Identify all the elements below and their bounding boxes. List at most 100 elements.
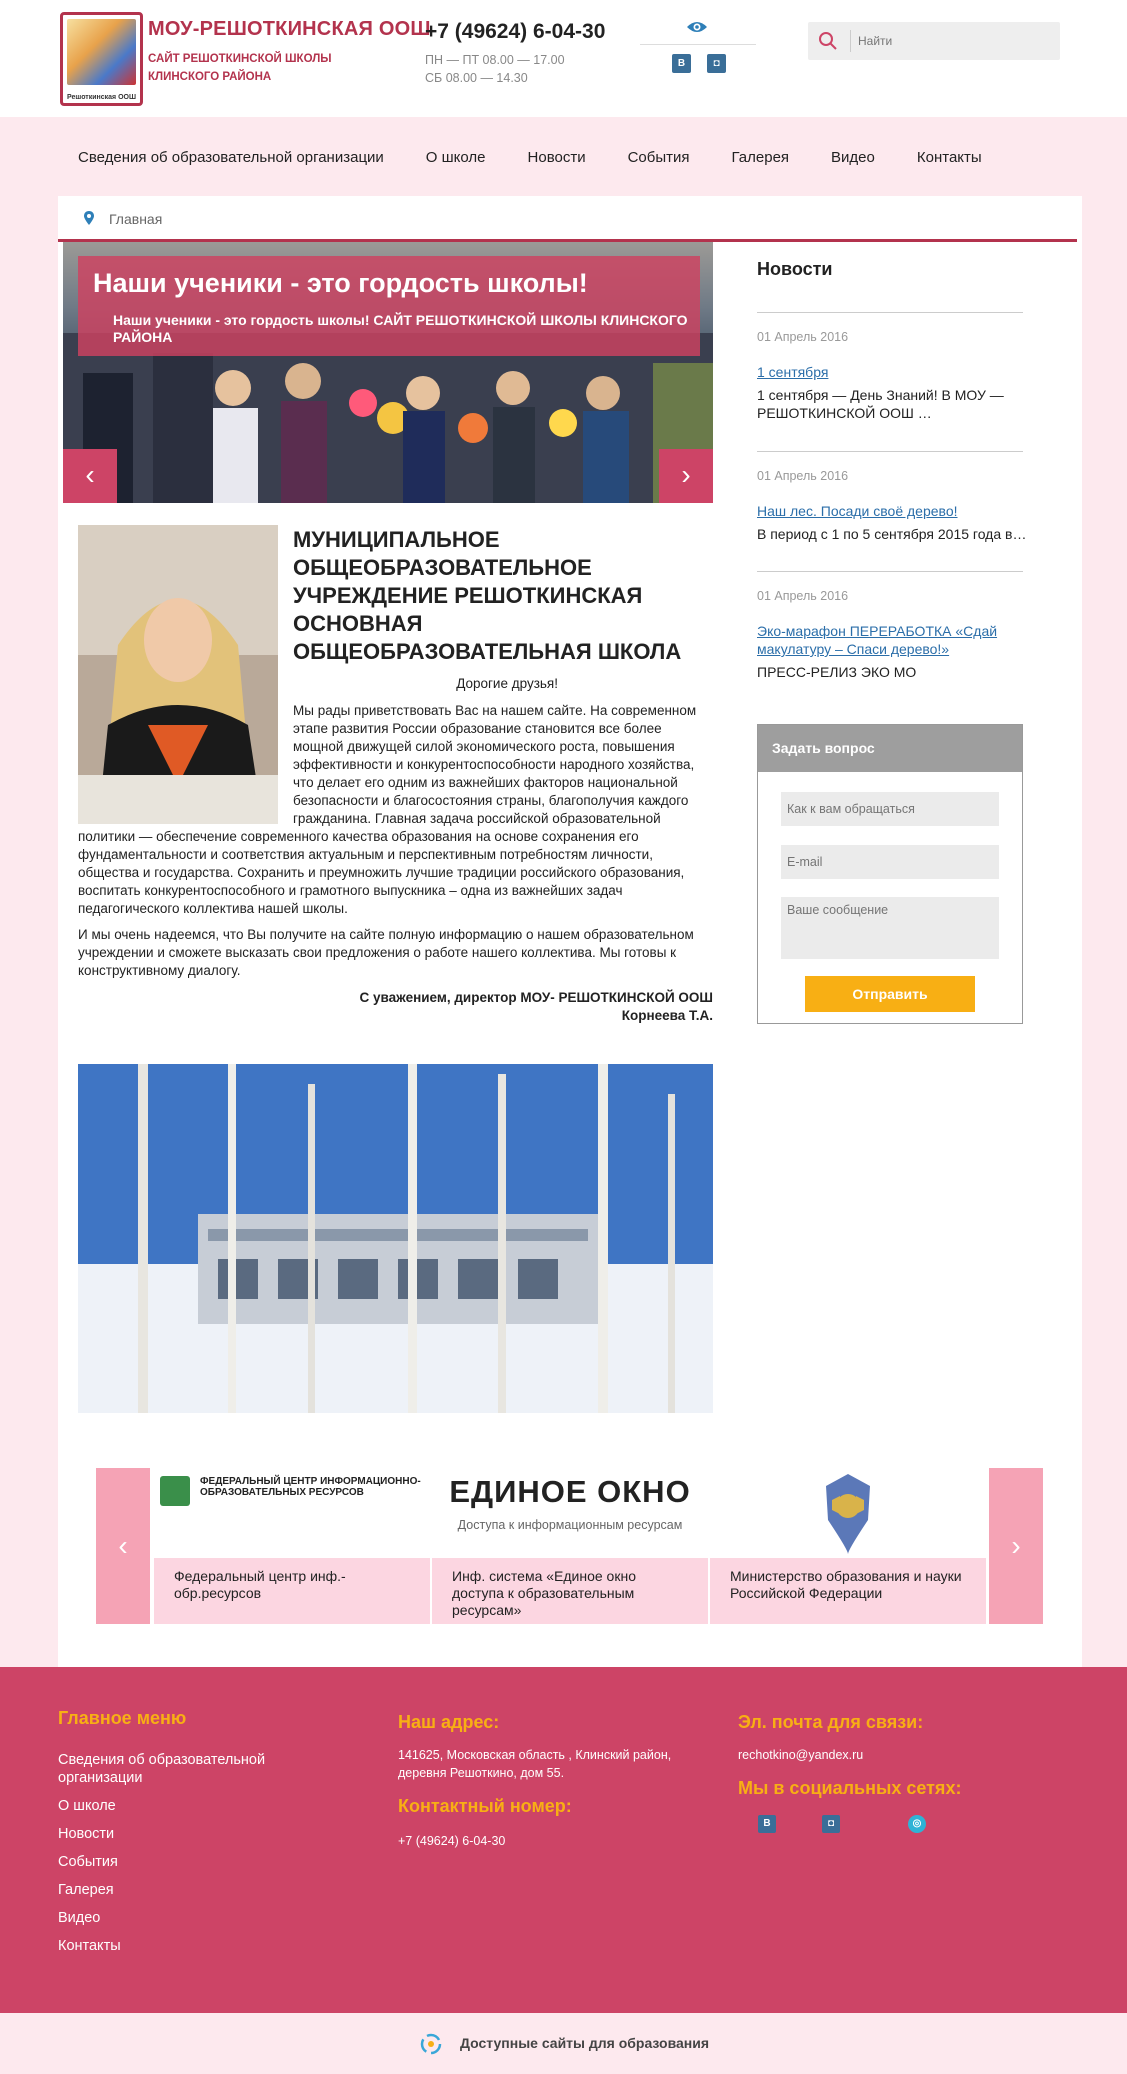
header-phone: +7 (49624) 6-04-30 bbox=[425, 20, 606, 43]
footer-link-news[interactable]: Новости bbox=[58, 1825, 114, 1843]
coat-of-arms-icon bbox=[826, 1474, 870, 1554]
nav-item-gallery[interactable]: Галерея bbox=[711, 138, 811, 178]
signature-line-1: С уважением, директор МОУ- РЕШОТКИНСКОЙ … bbox=[359, 990, 713, 1005]
nav-item-info[interactable]: Сведения об образовательной организации bbox=[58, 138, 405, 178]
resource-logo-text: ЕДИНОЕ ОКНО bbox=[449, 1474, 691, 1509]
vk-icon[interactable]: В bbox=[758, 1815, 776, 1833]
chevron-left-icon[interactable]: ‹ bbox=[96, 1468, 150, 1624]
vk-icon[interactable]: В bbox=[672, 54, 691, 73]
search-icon[interactable] bbox=[818, 31, 838, 51]
resource-logo: ФЕДЕРАЛЬНЫЙ ЦЕНТР ИНФОРМАЦИОННО-ОБРАЗОВА… bbox=[154, 1468, 430, 1558]
news-excerpt: ПРЕСС-РЕЛИЗ ЭКО МО bbox=[757, 664, 917, 680]
news-date: 01 Апрель 2016 bbox=[757, 469, 849, 483]
logo-caption: Решоткинская ООШ bbox=[66, 94, 137, 101]
odnoklassniki-icon[interactable]: ◎ bbox=[908, 1815, 926, 1833]
location-pin-icon bbox=[84, 211, 94, 225]
nav-item-events[interactable]: События bbox=[607, 138, 711, 178]
resource-logo: ЕДИНОЕ ОКНО Доступа к информационным рес… bbox=[432, 1468, 708, 1558]
footer-link-video[interactable]: Видео bbox=[58, 1909, 100, 1927]
footer-menu-heading: Главное меню bbox=[58, 1708, 187, 1728]
news-link[interactable]: Эко-марафон ПЕРЕРАБОТКА «Сдай макулатуру… bbox=[757, 622, 1027, 658]
book-icon bbox=[160, 1476, 190, 1506]
slide-title: Наши ученики - это гордость школы! bbox=[93, 268, 588, 298]
footer-link-events[interactable]: События bbox=[58, 1853, 118, 1871]
accessible-sites-link[interactable]: Доступные сайты для образования bbox=[460, 2035, 709, 2051]
email-field[interactable] bbox=[781, 845, 999, 879]
news-link[interactable]: Наш лес. Посади своё дерево! bbox=[757, 502, 1027, 520]
news-heading: Новости bbox=[757, 259, 833, 279]
slide-caption: Наши ученики - это гордость школы! Наши … bbox=[78, 256, 700, 356]
main-nav: Сведения об образовательной организации … bbox=[58, 138, 1003, 178]
signature-line-2: Корнеева Т.А. bbox=[621, 1008, 713, 1023]
message-field[interactable] bbox=[781, 897, 999, 959]
search-box bbox=[808, 22, 1060, 60]
bottom-bar: Доступные сайты для образования bbox=[0, 2013, 1127, 2074]
nav-item-about[interactable]: О школе bbox=[405, 138, 507, 178]
footer-link-info[interactable]: Сведения об образовательной организации bbox=[58, 1751, 288, 1787]
resource-card-ministry[interactable]: Министерство образования и науки Российс… bbox=[710, 1468, 986, 1624]
hours-weekdays: ПН — ПТ 08.00 — 17.00 bbox=[425, 53, 565, 67]
search-separator bbox=[850, 30, 851, 52]
site-name[interactable]: МОУ-РЕШОТКИНСКАЯ ООШ bbox=[148, 18, 431, 41]
resource-label: Инф. система «Единое окно доступа к обра… bbox=[432, 1558, 708, 1624]
slide-subtitle: Наши ученики - это гордость школы! САЙТ … bbox=[113, 312, 688, 345]
resource-logo-text: ФЕДЕРАЛЬНЫЙ ЦЕНТР ИНФОРМАЦИОННО-ОБРАЗОВА… bbox=[200, 1476, 421, 1498]
main-content: Главная Наши ученики - это гордость школ… bbox=[58, 196, 1082, 1667]
footer-link-about[interactable]: О школе bbox=[58, 1797, 116, 1815]
news-divider bbox=[757, 312, 1023, 313]
resource-label: Федеральный центр инф.-обр.ресурсов bbox=[154, 1558, 430, 1624]
welcome-text: Мы рады приветствовать Вас на нашем сайт… bbox=[78, 702, 713, 988]
social-heading: Мы в социальных сетях: bbox=[738, 1778, 962, 1798]
instagram-icon[interactable]: ◘ bbox=[707, 54, 726, 73]
resource-card-fcior[interactable]: ФЕДЕРАЛЬНЫЙ ЦЕНТР ИНФОРМАЦИОННО-ОБРАЗОВА… bbox=[154, 1468, 430, 1624]
news-excerpt: В период с 1 по 5 сентября 2015 года в… bbox=[757, 526, 1027, 542]
school-photo bbox=[78, 1064, 713, 1413]
footer-link-contacts[interactable]: Контакты bbox=[58, 1937, 121, 1955]
welcome-title: МУНИЦИПАЛЬНОЕ ОБЩЕОБРАЗОВАТЕЛЬНОЕ УЧРЕЖД… bbox=[293, 527, 682, 664]
resource-logo-subtext: Доступа к информационным ресурсам bbox=[457, 1518, 683, 1532]
news-excerpt: 1 сентября — День Знаний! В МОУ — РЕШОТК… bbox=[757, 387, 1004, 421]
welcome-greeting: Дорогие друзья! bbox=[456, 676, 558, 691]
breadcrumb: Главная bbox=[58, 196, 1077, 242]
photo-spacer bbox=[78, 702, 293, 822]
chevron-right-icon[interactable]: › bbox=[989, 1468, 1043, 1624]
resource-card-window[interactable]: ЕДИНОЕ ОКНО Доступа к информационным рес… bbox=[432, 1468, 708, 1624]
footer-link-gallery[interactable]: Галерея bbox=[58, 1881, 114, 1899]
news-date: 01 Апрель 2016 bbox=[757, 330, 849, 344]
chevron-left-icon[interactable]: ‹ bbox=[63, 449, 117, 503]
accessible-sites-icon[interactable] bbox=[420, 2033, 442, 2055]
welcome-signature: С уважением, директор МОУ- РЕШОТКИНСКОЙ … bbox=[78, 989, 713, 1025]
header-divider bbox=[640, 44, 756, 45]
nav-item-contacts[interactable]: Контакты bbox=[896, 138, 1003, 178]
news-divider bbox=[757, 571, 1023, 572]
nav-item-news[interactable]: Новости bbox=[507, 138, 607, 178]
ask-question-form: Задать вопрос Отправить bbox=[757, 724, 1023, 1024]
working-hours: ПН — ПТ 08.00 — 17.00 СБ 08.00 — 14.30 bbox=[425, 51, 565, 87]
footer-address: 141625, Московская область , Клинский ра… bbox=[398, 1748, 672, 1780]
phone-heading: Контактный номер: bbox=[398, 1796, 572, 1816]
hours-saturday: СБ 08.00 — 14.30 bbox=[425, 71, 528, 85]
submit-button[interactable]: Отправить bbox=[805, 976, 975, 1012]
news-link[interactable]: 1 сентября bbox=[757, 363, 1027, 381]
resource-logo bbox=[710, 1468, 986, 1558]
resource-label: Министерство образования и науки Российс… bbox=[710, 1558, 986, 1624]
footer-phone: +7 (49624) 6-04-30 bbox=[398, 1834, 506, 1848]
welcome-paragraph-2: И мы очень надеемся, что Вы получите на … bbox=[78, 927, 694, 978]
name-field[interactable] bbox=[781, 792, 999, 826]
news-date: 01 Апрель 2016 bbox=[757, 589, 849, 603]
eye-icon[interactable] bbox=[686, 20, 708, 34]
nav-item-video[interactable]: Видео bbox=[810, 138, 896, 178]
hero-slider[interactable]: Наши ученики - это гордость школы! Наши … bbox=[63, 242, 713, 503]
address-heading: Наш адрес: bbox=[398, 1712, 500, 1732]
chevron-right-icon[interactable]: › bbox=[659, 449, 713, 503]
news-divider bbox=[757, 451, 1023, 452]
slide-photo bbox=[63, 333, 713, 503]
ask-heading: Задать вопрос bbox=[758, 725, 1022, 772]
footer-email[interactable]: rechotkino@yandex.ru bbox=[738, 1746, 863, 1764]
search-input[interactable] bbox=[858, 22, 1054, 60]
instagram-icon[interactable]: ◘ bbox=[822, 1815, 840, 1833]
school-logo[interactable]: Решоткинская ООШ bbox=[60, 12, 143, 106]
breadcrumb-home[interactable]: Главная bbox=[109, 211, 162, 227]
site-subtitle: САЙТ РЕШОТКИНСКОЙ ШКОЛЫ КЛИНСКОГО РАЙОНА bbox=[148, 53, 332, 83]
logo-emblem bbox=[67, 19, 136, 85]
